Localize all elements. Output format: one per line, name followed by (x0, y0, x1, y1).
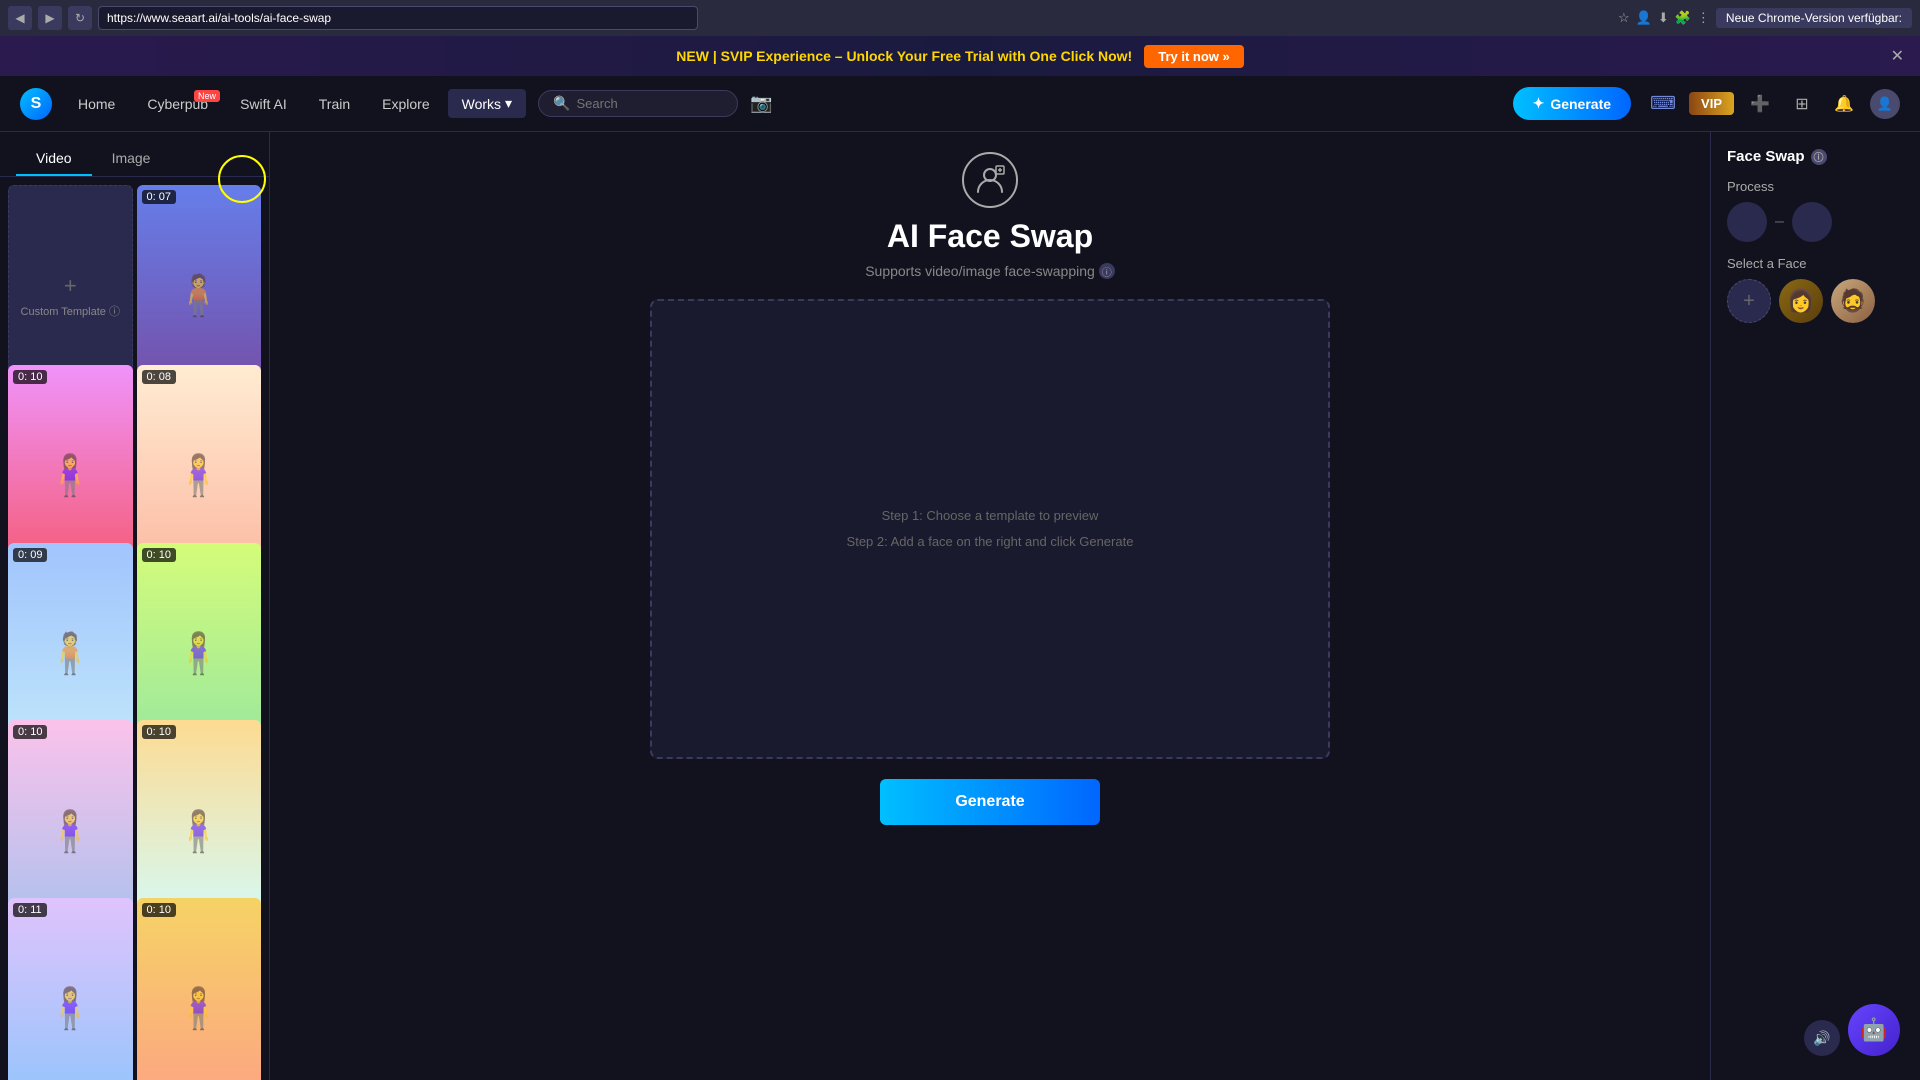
face-swap-icon (962, 152, 1018, 208)
download-button[interactable]: ⬇ (1658, 10, 1669, 26)
extensions-button[interactable]: 🧩 (1675, 10, 1691, 26)
tab-bar: Video Image (0, 132, 269, 177)
right-panel: Face Swap ⓘ Process – Select a Face + 👩 (1710, 132, 1920, 1080)
template-grid: + Custom Template ⓘ 0: 07 By: Stelle 🧍 0… (0, 177, 269, 1080)
nav-home[interactable]: Home (64, 90, 129, 118)
new-badge: New (194, 90, 220, 102)
nav-cyberpub[interactable]: Cyberpub New (133, 90, 222, 118)
audio-button[interactable]: 🔊 (1804, 1020, 1840, 1056)
avatar[interactable]: 👤 (1870, 89, 1900, 119)
bookmark-button[interactable]: ☆ (1618, 10, 1630, 26)
try-now-button[interactable]: Try it now » (1144, 45, 1244, 68)
logo[interactable]: S (20, 88, 52, 120)
url-text: https://www.seaart.ai/ai-tools/ai-face-s… (107, 11, 331, 25)
page-title: AI Face Swap (887, 218, 1093, 255)
panel-info-icon[interactable]: ⓘ (1811, 149, 1827, 165)
preview-area: Step 1: Choose a template to preview Ste… (650, 299, 1330, 759)
search-icon: 🔍 (553, 95, 570, 112)
face-avatar-2[interactable]: 🧔 (1831, 279, 1875, 323)
grid-button[interactable]: ⊞ (1786, 88, 1818, 120)
profile-button[interactable]: 👤 (1636, 10, 1652, 26)
tab-image[interactable]: Image (92, 142, 171, 176)
promo-banner: NEW | SVIP Experience – Unlock Your Free… (0, 36, 1920, 76)
browser-bar: ◀ ▶ ↻ https://www.seaart.ai/ai-tools/ai-… (0, 0, 1920, 36)
audio-icon: 🔊 (1813, 1030, 1830, 1047)
bell-button[interactable]: 🔔 (1828, 88, 1860, 120)
face-avatar-1[interactable]: 👩 (1779, 279, 1823, 323)
chevron-down-icon: ▾ (505, 95, 512, 112)
nav-works[interactable]: Works ▾ (448, 89, 526, 118)
custom-template-label: Custom Template ⓘ (21, 303, 120, 319)
chat-icon: 🤖 (1860, 1017, 1887, 1043)
main-generate-button[interactable]: Generate (880, 779, 1100, 825)
generate-icon: ✦ (1533, 95, 1545, 112)
process-circle-2 (1792, 202, 1832, 242)
nav-swift-ai[interactable]: Swift AI (226, 90, 301, 118)
face-options: + 👩 🧔 (1727, 279, 1904, 323)
process-dash: – (1775, 213, 1784, 231)
nav-explore[interactable]: Explore (368, 90, 443, 118)
banner-new: NEW (676, 48, 709, 64)
navbar: S Home Cyberpub New Swift AI Train Explo… (0, 76, 1920, 132)
panel-title: Face Swap ⓘ (1727, 148, 1904, 165)
select-face-label: Select a Face (1727, 256, 1904, 271)
process-label: Process (1727, 179, 1904, 194)
template-card[interactable]: 0: 11 🧍‍♀️ (8, 898, 133, 1080)
info-icon: ⓘ (1099, 263, 1115, 279)
process-circle-1 (1727, 202, 1767, 242)
banner-main: | SVIP Experience – Unlock Your Free Tri… (713, 48, 1132, 64)
add-face-button[interactable]: + (1727, 279, 1771, 323)
search-input[interactable] (577, 96, 727, 111)
banner-text: NEW | SVIP Experience – Unlock Your Free… (676, 48, 1132, 64)
process-circles: – (1727, 202, 1904, 242)
search-bar[interactable]: 🔍 (538, 90, 738, 117)
left-sidebar: Video Image + Custom Template ⓘ 0: 07 By… (0, 132, 270, 1080)
step2-text: Step 2: Add a face on the right and clic… (847, 529, 1134, 555)
page-subtitle: Supports video/image face-swapping ⓘ (865, 263, 1115, 279)
vip-button[interactable]: VIP (1689, 92, 1734, 115)
plus-button[interactable]: ➕ (1744, 88, 1776, 120)
reload-button[interactable]: ↻ (68, 6, 92, 30)
menu-button[interactable]: ⋮ (1697, 10, 1710, 26)
chat-bubble-button[interactable]: 🤖 (1848, 1004, 1900, 1056)
main-layout: Video Image + Custom Template ⓘ 0: 07 By… (0, 132, 1920, 1080)
nav-icons: ⌨ VIP ➕ ⊞ 🔔 👤 (1647, 88, 1900, 120)
tab-video[interactable]: Video (16, 142, 92, 176)
browser-right: ☆ 👤 ⬇ 🧩 ⋮ Neue Chrome-Version verfügbar: (1618, 8, 1912, 28)
discord-button[interactable]: ⌨ (1647, 88, 1679, 120)
camera-button[interactable]: 📷 (750, 93, 772, 114)
select-face-section: Select a Face + 👩 🧔 (1727, 256, 1904, 323)
chrome-notification: Neue Chrome-Version verfügbar: (1716, 8, 1912, 28)
header-generate-button[interactable]: ✦ Generate (1513, 87, 1631, 120)
back-button[interactable]: ◀ (8, 6, 32, 30)
process-section: Process – (1727, 179, 1904, 242)
template-card[interactable]: 0: 10 🧍‍♀️ (137, 898, 262, 1080)
banner-close-button[interactable]: ✕ (1891, 46, 1904, 66)
url-bar[interactable]: https://www.seaart.ai/ai-tools/ai-face-s… (98, 6, 698, 30)
add-icon: + (64, 273, 77, 299)
center-area: AI Face Swap Supports video/image face-s… (270, 132, 1710, 1080)
step1-text: Step 1: Choose a template to preview (882, 503, 1099, 529)
nav-train[interactable]: Train (305, 90, 364, 118)
forward-button[interactable]: ▶ (38, 6, 62, 30)
